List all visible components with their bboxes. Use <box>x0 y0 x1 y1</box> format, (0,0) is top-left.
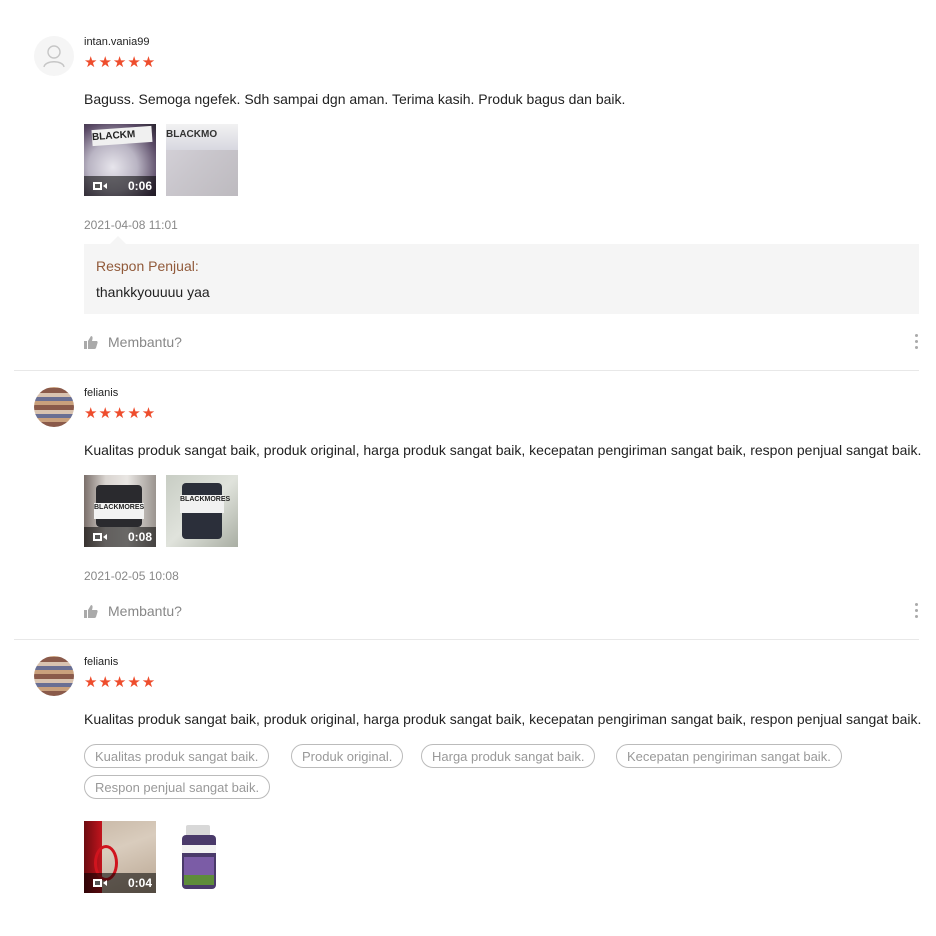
user-icon <box>43 45 65 68</box>
review-comment: Baguss. Semoga ngefek. Sdh sampai dgn am… <box>84 91 626 107</box>
review-tag: Kecepatan pengiriman sangat baik. <box>616 744 842 768</box>
review-tag: Produk original. <box>291 744 404 768</box>
avatar[interactable] <box>34 36 74 76</box>
helpful-label: Membantu? <box>108 334 182 350</box>
seller-response: Respon Penjual: thankkyouuuu yaa <box>84 236 919 314</box>
video-thumbnail[interactable]: 0:04 <box>84 821 156 893</box>
video-thumbnail[interactable]: BLACKMORES 0:08 <box>84 475 156 547</box>
thumbs-up-icon <box>84 605 98 618</box>
avatar[interactable] <box>34 387 74 427</box>
review-tag: Respon penjual sangat baik. <box>84 775 271 799</box>
review-tag: Harga produk sangat baik. <box>421 744 596 768</box>
video-thumbnail[interactable]: BLACKM 0:06 <box>84 124 156 196</box>
star-rating: ★★★★★ <box>84 405 157 422</box>
seller-response-label: Respon Penjual: <box>96 258 199 274</box>
review-divider <box>14 639 919 640</box>
review-comment: Kualitas produk sangat baik, produk orig… <box>84 442 922 458</box>
photo-thumbnail[interactable]: BLACKMORES <box>166 475 238 547</box>
review-tag: Kualitas produk sangat baik. <box>84 744 270 768</box>
more-options-icon[interactable] <box>912 333 920 351</box>
review-divider <box>14 370 919 371</box>
review-comment: Kualitas produk sangat baik, produk orig… <box>84 711 922 727</box>
photo-thumbnail[interactable] <box>166 821 238 893</box>
thumbs-up-icon <box>84 336 98 349</box>
review-date: 2021-02-05 10:08 <box>84 569 179 583</box>
video-camera-icon <box>93 533 107 541</box>
review-username[interactable]: intan.vania99 <box>84 36 149 48</box>
video-duration-bar: 0:04 <box>84 873 156 893</box>
review-username[interactable]: felianis <box>84 387 118 399</box>
video-duration: 0:06 <box>127 179 152 193</box>
seller-response-text: thankkyouuuu yaa <box>96 284 210 300</box>
video-duration: 0:04 <box>127 876 152 890</box>
more-options-icon[interactable] <box>912 602 920 620</box>
video-duration-bar: 0:08 <box>84 527 156 547</box>
photo-thumbnail[interactable]: BLACKMO <box>166 124 238 196</box>
video-duration: 0:08 <box>127 530 152 544</box>
avatar[interactable] <box>34 656 74 696</box>
helpful-label: Membantu? <box>108 603 182 619</box>
star-rating: ★★★★★ <box>84 674 157 691</box>
star-rating: ★★★★★ <box>84 54 157 71</box>
video-duration-bar: 0:06 <box>84 176 156 196</box>
video-camera-icon <box>93 879 107 887</box>
video-camera-icon <box>93 182 107 190</box>
review-username[interactable]: felianis <box>84 656 118 668</box>
review-date: 2021-04-08 11:01 <box>84 218 178 232</box>
